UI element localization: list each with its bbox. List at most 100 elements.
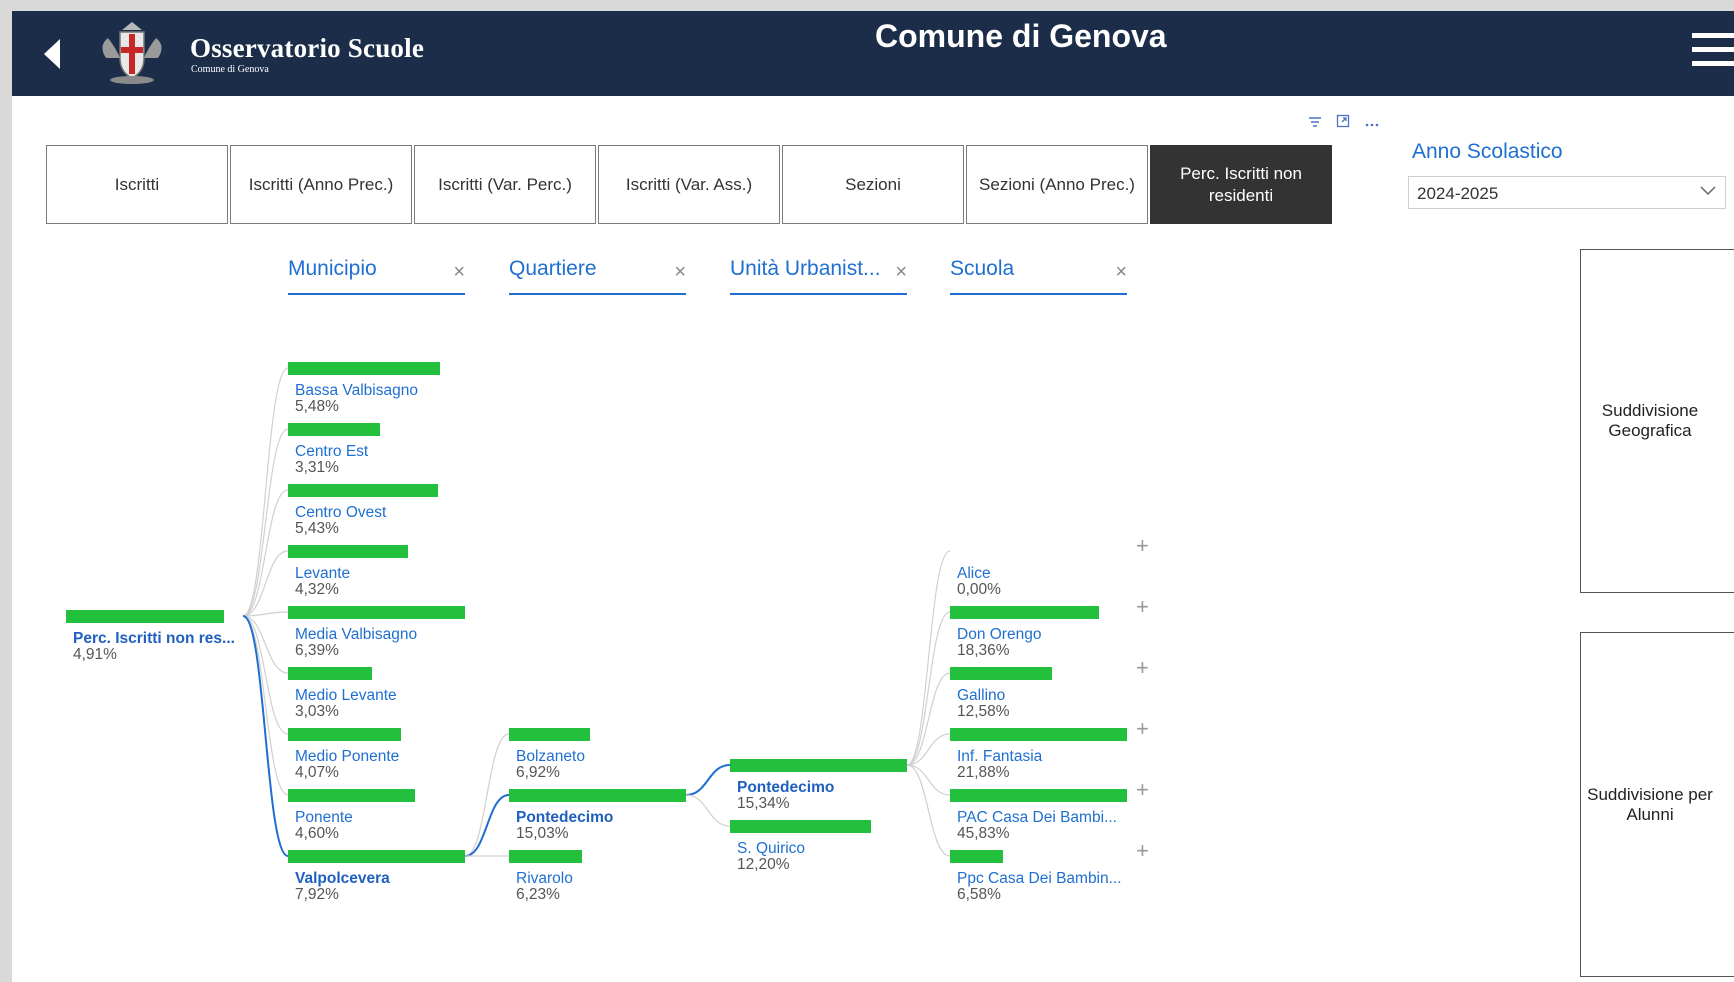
connector — [242, 615, 289, 796]
scuola-node[interactable]: Don Orengo 18,36% — [950, 606, 1127, 659]
municipio-node[interactable]: Medio Levante 3,03% — [288, 667, 465, 720]
node-label: Medio Levante — [295, 688, 397, 704]
node-value: 12,20% — [737, 856, 790, 873]
node-label: Media Valbisagno — [295, 627, 418, 643]
expand-plus-icon[interactable]: + — [1136, 840, 1149, 862]
node-label: Valpolcevera — [295, 871, 390, 887]
value-bar — [950, 850, 1004, 863]
expand-plus-icon[interactable]: + — [1136, 535, 1149, 557]
value-bar — [950, 606, 1099, 619]
scuola-node[interactable]: Inf. Fantasia 21,88% — [950, 728, 1127, 781]
connector — [906, 764, 951, 857]
connector — [906, 550, 951, 766]
municipio-node[interactable]: Centro Ovest 5,43% — [288, 484, 465, 537]
expand-plus-icon[interactable]: + — [1136, 657, 1149, 679]
value-bar — [66, 610, 224, 623]
node-label: Bassa Valbisagno — [295, 383, 418, 399]
value-bar — [509, 789, 686, 802]
node-label: Gallino — [957, 688, 1006, 704]
node-label: Perc. Iscritti non res... — [73, 631, 235, 647]
connector — [242, 428, 289, 617]
unita_urbanistica-node[interactable]: S. Quirico 12,20% — [730, 820, 907, 873]
node-value: 4,32% — [295, 581, 339, 598]
node-value: 0,00% — [957, 581, 1001, 598]
quartiere-node[interactable]: Bolzaneto 6,92% — [509, 728, 686, 781]
value-bar — [950, 667, 1052, 680]
scuola-node[interactable]: PAC Casa Dei Bambi... 45,83% — [950, 789, 1127, 842]
municipio-node[interactable]: Medio Ponente 4,07% — [288, 728, 465, 781]
value-bar — [288, 545, 408, 558]
scuola-node[interactable]: Ppc Casa Dei Bambin... 6,58% — [950, 850, 1127, 903]
value-bar — [288, 423, 380, 436]
node-value: 6,23% — [516, 886, 560, 903]
root-node[interactable]: Perc. Iscritti non res... 4,91% — [66, 610, 243, 663]
quartiere-node[interactable]: Rivarolo 6,23% — [509, 850, 686, 903]
quartiere-node[interactable]: Pontedecimo 15,03% — [509, 789, 686, 842]
expand-plus-icon[interactable]: + — [1136, 718, 1149, 740]
selected-connector — [242, 615, 289, 857]
node-value: 5,43% — [295, 520, 339, 537]
expand-plus-icon[interactable]: + — [1136, 596, 1149, 618]
node-label: Ppc Casa Dei Bambin... — [957, 871, 1122, 887]
selected-connector — [464, 794, 510, 857]
node-value: 21,88% — [957, 764, 1010, 781]
value-bar — [288, 362, 440, 375]
value-bar — [950, 728, 1127, 741]
selected-connector — [685, 764, 731, 796]
municipio-node[interactable]: Levante 4,32% — [288, 545, 465, 598]
connector — [242, 367, 289, 617]
node-value: 4,60% — [295, 825, 339, 842]
node-value: 5,48% — [295, 398, 339, 415]
value-bar — [288, 728, 401, 741]
node-label: S. Quirico — [737, 841, 806, 857]
municipio-node[interactable]: Media Valbisagno 6,39% — [288, 606, 465, 659]
value-bar — [509, 728, 591, 741]
value-bar — [288, 789, 416, 802]
node-label: Bolzaneto — [516, 749, 585, 765]
node-label: Alice — [957, 566, 991, 582]
node-value: 45,83% — [957, 825, 1010, 842]
node-value: 15,03% — [516, 825, 569, 842]
node-label: PAC Casa Dei Bambi... — [957, 810, 1117, 826]
value-bar — [288, 667, 372, 680]
unita_urbanistica-node[interactable]: Pontedecimo 15,34% — [730, 759, 907, 812]
node-value: 18,36% — [957, 642, 1010, 659]
value-bar — [288, 606, 465, 619]
connector — [906, 611, 951, 766]
node-value: 7,92% — [295, 886, 339, 903]
expand-plus-icon[interactable]: + — [1136, 779, 1149, 801]
node-value: 4,91% — [73, 646, 117, 663]
node-label: Pontedecimo — [737, 780, 835, 796]
app-frame: Osservatorio Scuole Comune di Genova Com… — [12, 11, 1734, 982]
node-value: 6,39% — [295, 642, 339, 659]
node-value: 6,58% — [957, 886, 1001, 903]
municipio-node[interactable]: Ponente 4,60% — [288, 789, 465, 842]
node-value: 3,31% — [295, 459, 339, 476]
node-label: Rivarolo — [516, 871, 573, 887]
value-bar — [730, 820, 871, 833]
scuola-node[interactable]: Gallino 12,58% — [950, 667, 1127, 720]
node-value: 6,92% — [516, 764, 560, 781]
node-label: Centro Ovest — [295, 505, 387, 521]
node-label: Don Orengo — [957, 627, 1042, 643]
municipio-node[interactable]: Bassa Valbisagno 5,48% — [288, 362, 465, 415]
value-bar — [950, 789, 1127, 802]
node-label: Pontedecimo — [516, 810, 614, 826]
node-label: Inf. Fantasia — [957, 749, 1043, 765]
scuola-node[interactable]: Alice 0,00% — [950, 545, 1127, 598]
municipio-node[interactable]: Centro Est 3,31% — [288, 423, 465, 476]
connector — [906, 764, 951, 796]
value-bar — [730, 759, 907, 772]
connector — [242, 615, 289, 735]
value-bar — [288, 484, 439, 497]
node-value: 15,34% — [737, 795, 790, 812]
value-bar — [288, 850, 465, 863]
municipio-node[interactable]: Valpolcevera 7,92% — [288, 850, 465, 903]
node-label: Medio Ponente — [295, 749, 400, 765]
node-value: 12,58% — [957, 703, 1010, 720]
node-value: 4,07% — [295, 764, 339, 781]
value-bar — [509, 850, 583, 863]
node-label: Centro Est — [295, 444, 369, 460]
node-label: Ponente — [295, 810, 353, 826]
node-value: 3,03% — [295, 703, 339, 720]
